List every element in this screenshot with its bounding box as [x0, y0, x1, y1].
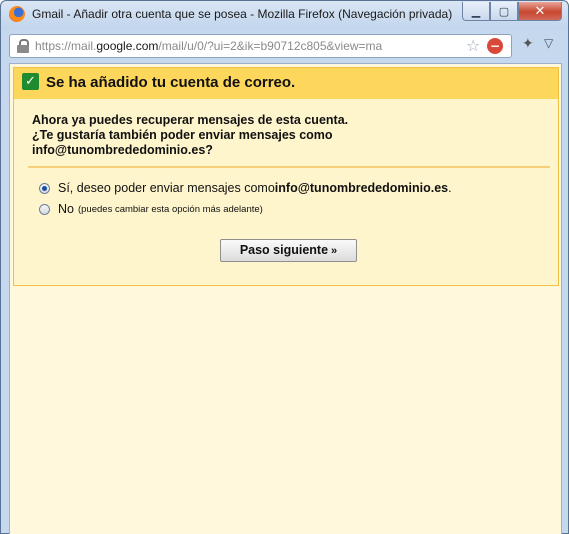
intro-line: Ahora ya puedes recuperar mensajes de es…	[32, 113, 349, 127]
intro-line: info@tunombrededominio.es?	[32, 143, 213, 157]
addon-icon[interactable]: ✦	[522, 36, 534, 52]
option-no-note: (puedes cambiar esta opción más adelante…	[77, 203, 263, 215]
maximize-icon: ▢	[498, 4, 510, 18]
firefox-icon	[9, 6, 25, 22]
intro-line: ¿Te gustaría también poder enviar mensaj…	[32, 128, 333, 142]
minimize-button[interactable]: ▁	[462, 2, 490, 21]
check-icon: ✓	[22, 73, 39, 90]
url-path: /mail/u/0/?ui=2&ik=b90712c805&view=ma	[158, 39, 383, 53]
url-bar[interactable]: https://mail.google.com/mail/u/0/?ui=2&i…	[9, 34, 512, 58]
lock-icon[interactable]	[17, 39, 29, 53]
option-no-label: No	[58, 202, 74, 216]
browser-window: Gmail - Añadir otra cuenta que se posea …	[0, 0, 569, 534]
dialog-title: Se ha añadido tu cuenta de correo.	[46, 74, 296, 91]
navigation-bar: https://mail.google.com/mail/u/0/?ui=2&i…	[9, 34, 560, 58]
url-prefix: https://mail.	[35, 39, 97, 53]
window-title: Gmail - Añadir otra cuenta que se posea …	[32, 7, 453, 21]
divider	[28, 166, 550, 168]
intro-text: Ahora ya puedes recuperar mensajes de es…	[32, 113, 532, 158]
close-button[interactable]: ✕	[518, 2, 562, 21]
url-domain: google.com	[96, 39, 159, 53]
maximize-button[interactable]: ▢	[490, 2, 518, 21]
url-text[interactable]: https://mail.google.com/mail/u/0/?ui=2&i…	[35, 39, 382, 53]
option-yes[interactable]: Sí, deseo poder enviar mensajes como inf…	[39, 181, 452, 195]
minimize-icon: ▁	[471, 4, 481, 18]
chevron-right-icon: »	[331, 245, 338, 257]
next-step-button[interactable]: Paso siguiente»	[220, 239, 357, 262]
star-icon[interactable]: ☆	[466, 36, 480, 55]
option-yes-suffix: .	[448, 181, 452, 195]
stop-icon[interactable]: −	[487, 38, 503, 54]
title-bar[interactable]: Gmail - Añadir otra cuenta que se posea …	[1, 1, 568, 29]
window-controls: ▁ ▢ ✕	[462, 2, 562, 21]
option-no[interactable]: No (puedes cambiar esta opción más adelan…	[39, 202, 263, 216]
option-yes-email: info@tunombrededominio.es	[274, 181, 449, 195]
page-content: ✓ Se ha añadido tu cuenta de correo. Aho…	[9, 63, 562, 534]
radio-no[interactable]	[39, 203, 50, 215]
account-added-dialog: ✓ Se ha añadido tu cuenta de correo. Aho…	[13, 67, 559, 286]
option-yes-text: Sí, deseo poder enviar mensajes como	[58, 181, 275, 195]
dialog-header: ✓ Se ha añadido tu cuenta de correo.	[14, 68, 558, 99]
radio-yes[interactable]	[39, 182, 50, 194]
chevron-down-icon[interactable]: ▽	[544, 36, 553, 50]
next-step-label: Paso siguiente	[239, 243, 329, 257]
close-icon: ✕	[534, 3, 546, 19]
